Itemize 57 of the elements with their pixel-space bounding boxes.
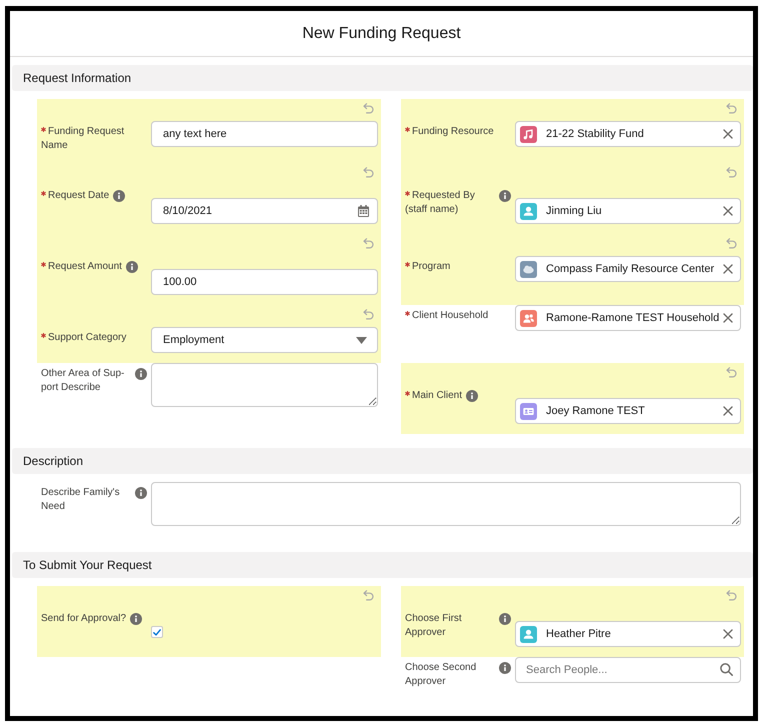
dialog-title: New Funding Request bbox=[302, 24, 461, 44]
field-label: Funding Resource bbox=[412, 126, 494, 137]
info-icon[interactable] bbox=[135, 487, 147, 499]
close-icon bbox=[723, 129, 733, 139]
close-icon bbox=[723, 406, 733, 416]
info-icon[interactable] bbox=[135, 368, 147, 380]
field-label: Send for Approval? bbox=[41, 613, 126, 624]
lookup-field[interactable]: 21-22 Stability Fund bbox=[515, 121, 741, 147]
info-icon[interactable] bbox=[499, 613, 511, 625]
checkbox[interactable] bbox=[151, 626, 163, 638]
section-header: Description bbox=[12, 448, 753, 474]
close-icon bbox=[723, 629, 733, 639]
field-label: Main Client bbox=[412, 390, 462, 401]
clear-button[interactable] bbox=[721, 404, 735, 418]
clear-button[interactable] bbox=[721, 204, 735, 218]
info-icon[interactable] bbox=[499, 662, 511, 674]
text-area-field[interactable] bbox=[151, 482, 741, 526]
search-icon bbox=[720, 663, 733, 676]
info-icon[interactable] bbox=[466, 390, 478, 402]
field-label: Describe Family's Need bbox=[41, 487, 120, 512]
text-area-field[interactable] bbox=[151, 363, 378, 407]
lookup-field[interactable]: Heather Pitre bbox=[515, 621, 741, 647]
clear-button[interactable] bbox=[721, 627, 735, 641]
info-icon[interactable] bbox=[499, 190, 511, 202]
info-icon[interactable] bbox=[126, 261, 138, 273]
close-icon bbox=[723, 313, 733, 323]
field-label: Other Area of Sup-port Describe bbox=[41, 368, 124, 393]
field-label: Choose First Approver bbox=[405, 613, 462, 638]
lookup-field[interactable]: Ramone-Ramone TEST Household bbox=[515, 305, 741, 331]
field-label: Support Category bbox=[48, 332, 126, 343]
field-label: Program bbox=[412, 261, 450, 272]
lookup-field[interactable]: Joey Ramone TEST bbox=[515, 398, 741, 424]
select-field[interactable]: Employment bbox=[151, 327, 378, 353]
field-label: Request Amount bbox=[48, 261, 122, 272]
close-icon bbox=[723, 264, 733, 274]
clear-button[interactable] bbox=[721, 262, 735, 276]
date-field[interactable]: 8/10/2021 bbox=[151, 198, 378, 224]
field-label: Client Household bbox=[412, 310, 488, 321]
caret-down-icon bbox=[356, 336, 367, 344]
clear-button[interactable] bbox=[721, 311, 735, 325]
close-icon bbox=[723, 206, 733, 216]
lookup-field[interactable]: Jinming Liu bbox=[515, 198, 741, 224]
field-label: Choose Second Approver bbox=[405, 662, 476, 687]
info-icon[interactable] bbox=[113, 190, 126, 202]
field-label: Requested By (staff name) bbox=[405, 190, 475, 215]
search-field[interactable]: Search People... bbox=[515, 657, 741, 683]
section-header: To Submit Your Request bbox=[12, 552, 753, 578]
calendar-icon[interactable] bbox=[358, 205, 369, 217]
check-icon bbox=[153, 628, 161, 636]
clear-button[interactable] bbox=[721, 127, 735, 141]
lookup-field[interactable]: Compass Family Resource Center bbox=[515, 256, 741, 282]
field-label: Request Date bbox=[48, 190, 110, 201]
text-field[interactable]: 100.00 bbox=[151, 269, 378, 295]
field-label: Funding Request Name bbox=[41, 126, 124, 151]
section-header: Request Information bbox=[12, 65, 753, 91]
info-icon[interactable] bbox=[130, 613, 142, 625]
text-field[interactable]: any text here bbox=[151, 121, 378, 147]
